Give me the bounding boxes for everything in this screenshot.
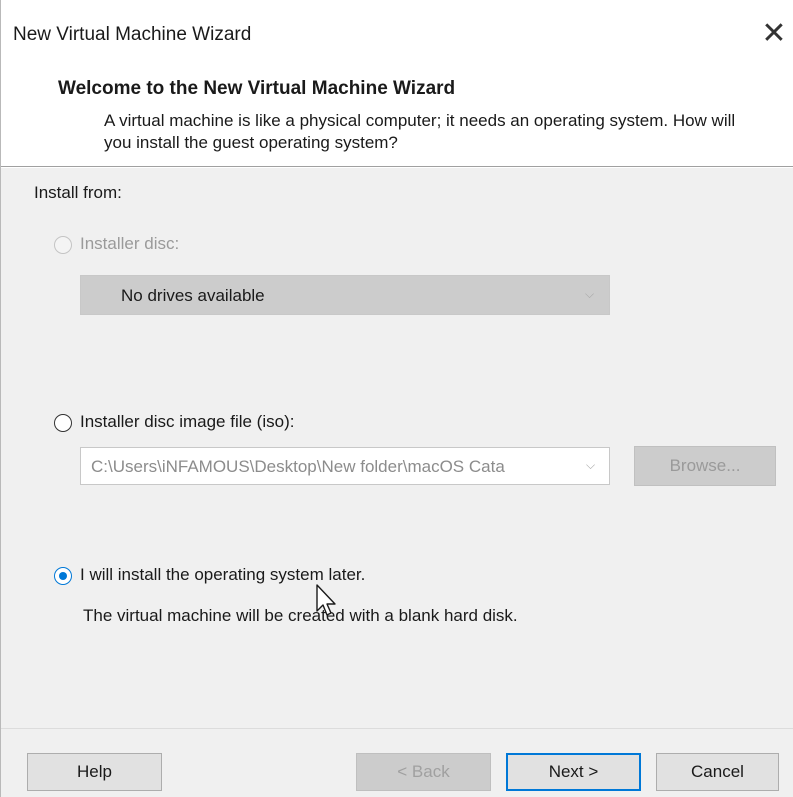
install-later-radio[interactable]	[54, 567, 72, 585]
close-icon[interactable]: ✕	[754, 14, 793, 54]
installer-disc-dropdown[interactable]: No drives available ⌵	[80, 275, 610, 315]
window-title: New Virtual Machine Wizard	[13, 24, 252, 45]
iso-file-radio[interactable]	[54, 414, 72, 432]
iso-file-label: Installer disc image file (iso):	[80, 412, 295, 431]
installer-disc-radio[interactable]	[54, 236, 72, 254]
help-button[interactable]: Help	[27, 753, 162, 791]
install-from-label: Install from:	[34, 183, 122, 202]
iso-path-value: C:\Users\iNFAMOUS\Desktop\New folder\mac…	[91, 457, 505, 476]
title-bar: New Virtual Machine Wizard ✕	[1, 0, 793, 72]
wizard-description: A virtual machine is like a physical com…	[104, 111, 736, 152]
chevron-down-icon: ⌵	[586, 458, 596, 472]
chevron-down-icon: ⌵	[585, 287, 595, 301]
install-later-label: I will install the operating system late…	[80, 565, 366, 584]
iso-path-combobox[interactable]: C:\Users\iNFAMOUS\Desktop\New folder\mac…	[80, 447, 610, 485]
installer-disc-label: Installer disc:	[80, 234, 180, 253]
next-button[interactable]: Next >	[506, 753, 641, 791]
browse-button[interactable]: Browse...	[634, 446, 776, 486]
installer-disc-value: No drives available	[121, 286, 265, 305]
wizard-heading: Welcome to the New Virtual Machine Wizar…	[58, 78, 456, 99]
back-button[interactable]: < Back	[356, 753, 491, 791]
wizard-window: New Virtual Machine Wizard ✕ Welcome to …	[0, 0, 793, 797]
wizard-footer: Help < Back Next > Cancel	[1, 728, 793, 797]
cancel-button[interactable]: Cancel	[656, 753, 779, 791]
install-later-description: The virtual machine will be created with…	[83, 606, 518, 625]
mouse-cursor-icon	[316, 584, 336, 616]
